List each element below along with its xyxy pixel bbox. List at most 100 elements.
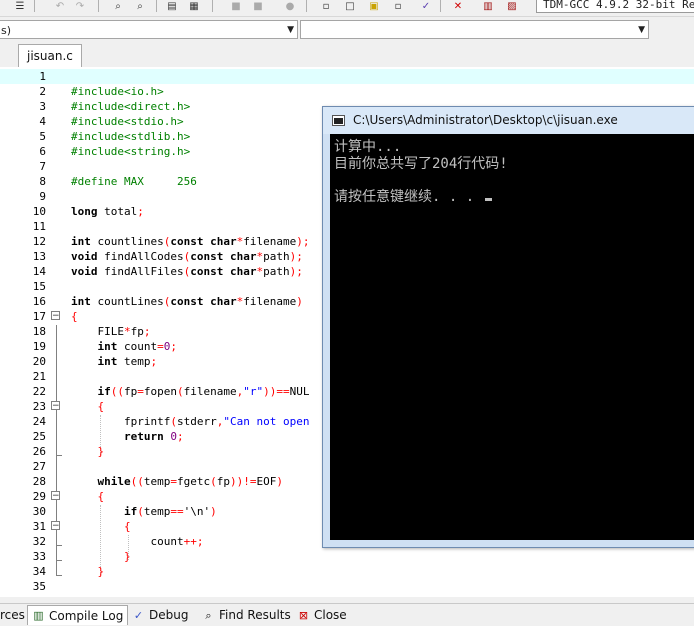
- tab-close[interactable]: ⊠ Close: [293, 605, 351, 625]
- code-text: }: [71, 565, 105, 578]
- line-number: 35: [32, 580, 46, 593]
- profile-icon[interactable]: ▨: [504, 0, 520, 12]
- tab-compile-log[interactable]: ▥ Compile Log: [27, 605, 129, 625]
- undo-icon[interactable]: ↶: [52, 0, 68, 12]
- line-number: 4: [39, 115, 46, 128]
- compile-log-icon: ▥: [33, 609, 44, 622]
- identifier: EOF: [256, 475, 277, 488]
- line-number: 33: [32, 550, 46, 563]
- code-text: #include<string.h>: [71, 145, 191, 158]
- new-file-icon[interactable]: □: [342, 0, 358, 12]
- keyword: int: [97, 340, 118, 353]
- class-browser-bar: s) ▼ ▼: [0, 18, 694, 42]
- chevron-down-icon[interactable]: ▼: [638, 21, 645, 40]
- keyword: long: [71, 205, 98, 218]
- line-number: 8: [39, 175, 46, 188]
- menu-icon[interactable]: ☰: [12, 0, 28, 12]
- char-literal: '\n': [183, 505, 211, 518]
- line-number: 29: [32, 490, 46, 503]
- fold-collapse-icon[interactable]: −: [51, 401, 60, 411]
- line-number: 17: [32, 310, 46, 323]
- identifier: count: [117, 340, 158, 353]
- identifier: stderr: [176, 415, 217, 428]
- code-text: {: [71, 520, 131, 533]
- members-combo[interactable]: ▼: [300, 20, 649, 39]
- run-icon[interactable]: ■: [250, 0, 266, 12]
- line-number: 12: [32, 235, 46, 248]
- line-number: 26: [32, 445, 46, 458]
- toolbar: ☰ ↶ ↷ ⌕ ⌕ ▤ ▦ ■ ■ ● ▫ □ ▣ ▫ ✓ ✕ ▥ ▨ TDM-…: [0, 0, 694, 17]
- editor-tab-strip: jisuan.c: [0, 42, 694, 68]
- identifier: temp: [143, 475, 171, 488]
- code-text: int count=0;: [97, 340, 178, 353]
- code-text: int countLines(const char*filename): [71, 295, 303, 308]
- line-number: 20: [32, 355, 46, 368]
- replace-icon[interactable]: ⌕: [132, 0, 148, 12]
- chevron-down-icon[interactable]: ▼: [287, 21, 294, 40]
- identifier: findAllFiles: [97, 265, 184, 278]
- line-number: 10: [32, 205, 46, 218]
- check-icon[interactable]: ✓: [418, 0, 434, 12]
- console-output[interactable]: 计算中... 目前你总共写了204行代码! 请按任意键继续. . .: [330, 134, 694, 540]
- project-options-icon[interactable]: ▫: [390, 0, 406, 12]
- identifier: fp: [216, 475, 230, 488]
- line-number: 2: [39, 85, 46, 98]
- line-number: 18: [32, 325, 46, 338]
- code-text: #include<direct.h>: [71, 100, 191, 113]
- stop-icon[interactable]: ●: [282, 0, 298, 12]
- line-number: 13: [32, 250, 46, 263]
- console-line: 请按任意键继续. . .: [334, 186, 492, 206]
- line-number: 21: [32, 370, 46, 383]
- identifier: fp: [130, 325, 144, 338]
- code-text: if(temp=='\n'): [123, 505, 217, 518]
- line-number: 28: [32, 475, 46, 488]
- console-line: 目前你总共写了204行代码!: [334, 156, 508, 172]
- class-icon[interactable]: ▣: [366, 0, 382, 12]
- code-text: count++;: [150, 535, 204, 548]
- identifier: fopen: [143, 385, 177, 398]
- tab-find-results[interactable]: ⌕ Find Results: [198, 605, 295, 625]
- class-combo[interactable]: s) ▼: [0, 20, 298, 39]
- string-literal: "r": [243, 385, 264, 398]
- chart-icon[interactable]: ▥: [480, 0, 496, 12]
- console-window[interactable]: C:\Users\Administrator\Desktop\c\jisuan.…: [322, 106, 694, 548]
- keyword: while: [97, 475, 131, 488]
- code-text: #include<stdio.h>: [71, 115, 184, 128]
- code-text: void findAllCodes(const char*path);: [71, 250, 303, 263]
- tab-debug[interactable]: ✓ Debug: [128, 605, 192, 625]
- fold-collapse-icon[interactable]: −: [51, 311, 60, 321]
- toolbar-separator: [98, 0, 99, 12]
- find-icon[interactable]: ⌕: [110, 0, 126, 12]
- line-number: 5: [39, 130, 46, 143]
- code-line: 35: [0, 579, 694, 594]
- goto-icon[interactable]: ▤: [164, 0, 180, 12]
- line-number: 24: [32, 415, 46, 428]
- delete-icon[interactable]: ✕: [450, 0, 466, 12]
- bottom-panel-tabs: rces ▥ Compile Log ✓ Debug ⌕ Find Results ⊠…: [0, 603, 694, 625]
- code-line: 34 }: [0, 564, 694, 579]
- code-text: if((fp=fopen(filename,"r"))==NUL: [97, 385, 310, 398]
- console-title-bar[interactable]: C:\Users\Administrator\Desktop\c\jisuan.…: [323, 107, 694, 134]
- line-number: 15: [32, 280, 46, 293]
- compile-icon[interactable]: ■: [228, 0, 244, 12]
- line-number: 16: [32, 295, 46, 308]
- bookmark-icon[interactable]: ▦: [186, 0, 202, 12]
- identifier: fprintf: [123, 415, 171, 428]
- line-number: 27: [32, 460, 46, 473]
- fold-collapse-icon[interactable]: −: [51, 491, 60, 501]
- class-combo-value: s): [1, 24, 12, 37]
- identifier: path: [263, 265, 290, 278]
- code-text: fprintf(stderr,"Can not open: [123, 415, 310, 428]
- console-app-icon: [332, 115, 345, 126]
- identifier: findAllCodes: [97, 250, 184, 263]
- identifier: count: [150, 535, 184, 548]
- compiler-select[interactable]: TDM-GCC 4.9.2 32-bit Re: [536, 0, 694, 13]
- code-text: }: [71, 445, 105, 458]
- tab-jisuan-c[interactable]: jisuan.c: [18, 44, 82, 68]
- fold-collapse-icon[interactable]: −: [51, 521, 60, 531]
- tab-resources[interactable]: rces: [0, 605, 29, 625]
- new-project-icon[interactable]: ▫: [318, 0, 334, 12]
- keyword: void: [71, 265, 98, 278]
- redo-icon[interactable]: ↷: [72, 0, 88, 12]
- line-number: 6: [39, 145, 46, 158]
